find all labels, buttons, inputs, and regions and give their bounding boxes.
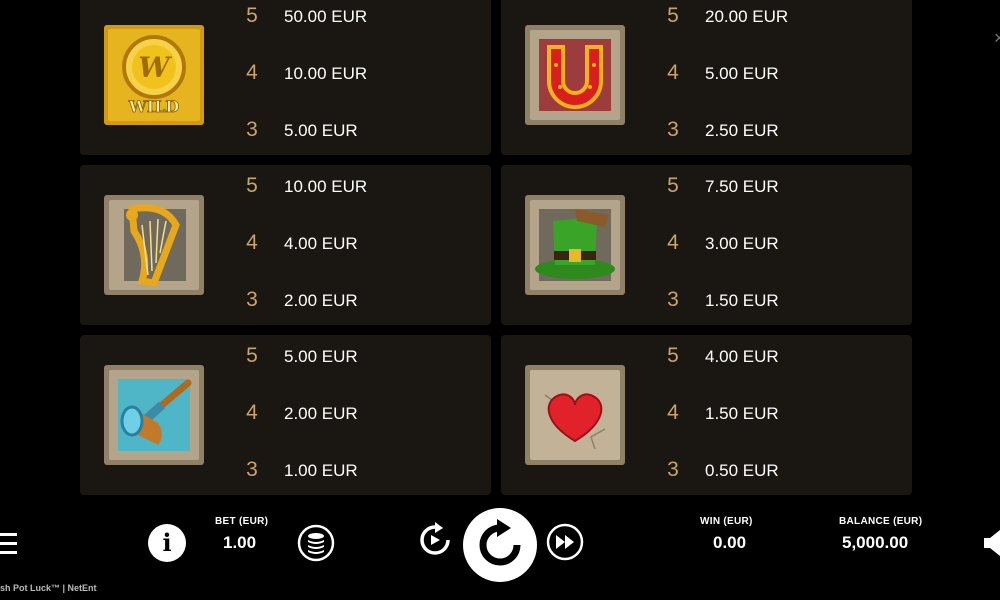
heart-symbol-icon bbox=[525, 365, 625, 465]
win-label: WIN (EUR) bbox=[700, 516, 753, 527]
pay-amount: 0.50 EUR bbox=[705, 461, 779, 480]
balance-label: BALANCE (EUR) bbox=[839, 516, 923, 527]
info-button[interactable]: i bbox=[148, 524, 186, 562]
pay-count: 4 bbox=[246, 231, 258, 254]
bet-label: BET (EUR) bbox=[215, 516, 269, 527]
svg-text:W: W bbox=[138, 51, 172, 84]
pay-count: 4 bbox=[246, 401, 258, 424]
pay-row: 5 5.00 EUR bbox=[245, 342, 465, 372]
pay-amount: 4.00 EUR bbox=[284, 234, 358, 253]
spin-button[interactable] bbox=[463, 508, 537, 582]
pay-amount: 10.00 EUR bbox=[284, 64, 368, 83]
pay-count: 5 bbox=[667, 174, 679, 197]
pay-row: 4 10.00 EUR bbox=[245, 59, 465, 89]
pay-count: 5 bbox=[667, 344, 679, 367]
coin-stack-icon[interactable] bbox=[297, 524, 335, 562]
pay-row: 4 2.00 EUR bbox=[245, 399, 465, 429]
hamburger-icon[interactable] bbox=[0, 533, 18, 555]
control-bar: i BET (EUR) 1.00 WIN (EUR) 0.00 BALANCE … bbox=[0, 495, 1000, 600]
horseshoe-symbol-icon bbox=[525, 25, 625, 125]
paytable-card-wild: W WILD 5 50.00 EUR 4 10.00 EUR 3 5.00 EUR bbox=[80, 0, 491, 155]
bet-value: 1.00 bbox=[223, 533, 257, 552]
harp-symbol-icon bbox=[104, 195, 204, 295]
pay-row: 4 3.00 EUR bbox=[666, 229, 886, 259]
game-provider-footer: sh Pot Luck™ | NetEnt bbox=[0, 583, 97, 593]
pay-count: 5 bbox=[667, 4, 679, 27]
pay-amount: 10.00 EUR bbox=[284, 177, 368, 196]
paytable-card-horseshoe: 5 20.00 EUR 4 5.00 EUR 3 2.50 EUR bbox=[501, 0, 912, 155]
autoplay-icon[interactable] bbox=[417, 522, 453, 558]
pay-amount: 7.50 EUR bbox=[705, 177, 779, 196]
paytable-card-hat: 5 7.50 EUR 4 3.00 EUR 3 1.50 EUR bbox=[501, 165, 912, 325]
pay-row: 5 50.00 EUR bbox=[245, 2, 465, 32]
pay-count: 3 bbox=[667, 288, 679, 311]
pay-count: 3 bbox=[667, 458, 679, 481]
pay-row: 4 5.00 EUR bbox=[666, 59, 886, 89]
paytable-card-pipe: 5 5.00 EUR 4 2.00 EUR 3 1.00 EUR bbox=[80, 335, 491, 495]
pay-count: 3 bbox=[246, 458, 258, 481]
pay-row: 3 1.50 EUR bbox=[666, 286, 886, 316]
close-icon[interactable]: × bbox=[994, 28, 1000, 49]
pay-amount: 5.00 EUR bbox=[284, 121, 358, 140]
pay-row: 3 2.00 EUR bbox=[245, 286, 465, 316]
pay-amount: 50.00 EUR bbox=[284, 7, 368, 26]
pay-count: 4 bbox=[667, 401, 679, 424]
pipe-symbol-icon bbox=[104, 365, 204, 465]
pay-count: 3 bbox=[246, 118, 258, 141]
pay-amount: 2.00 EUR bbox=[284, 404, 358, 423]
pay-row: 4 1.50 EUR bbox=[666, 399, 886, 429]
pay-count: 5 bbox=[246, 174, 258, 197]
pay-row: 5 20.00 EUR bbox=[666, 2, 886, 32]
pay-amount: 5.00 EUR bbox=[705, 64, 779, 83]
win-value: 0.00 bbox=[713, 533, 747, 552]
pay-row: 3 1.00 EUR bbox=[245, 456, 465, 486]
paytable: W WILD 5 50.00 EUR 4 10.00 EUR 3 5.00 EUR bbox=[80, 0, 912, 495]
pay-amount: 1.50 EUR bbox=[705, 291, 779, 310]
fast-forward-icon[interactable] bbox=[546, 523, 584, 561]
pay-amount: 1.00 EUR bbox=[284, 461, 358, 480]
pay-row: 5 10.00 EUR bbox=[245, 172, 465, 202]
pay-count: 5 bbox=[246, 344, 258, 367]
pay-row: 3 0.50 EUR bbox=[666, 456, 886, 486]
wild-symbol-icon: W WILD bbox=[104, 25, 204, 125]
pay-amount: 4.00 EUR bbox=[705, 347, 779, 366]
balance-value: 5,000.00 bbox=[842, 533, 909, 552]
pay-amount: 1.50 EUR bbox=[705, 404, 779, 423]
pay-amount: 20.00 EUR bbox=[705, 7, 789, 26]
pay-row: 3 5.00 EUR bbox=[245, 116, 465, 146]
pay-count: 4 bbox=[667, 61, 679, 84]
paytable-card-heart: 5 4.00 EUR 4 1.50 EUR 3 0.50 EUR bbox=[501, 335, 912, 495]
pay-amount: 3.00 EUR bbox=[705, 234, 779, 253]
leprechaun-hat-symbol-icon bbox=[525, 195, 625, 295]
pay-count: 5 bbox=[246, 4, 258, 27]
pay-row: 5 7.50 EUR bbox=[666, 172, 886, 202]
pay-row: 3 2.50 EUR bbox=[666, 116, 886, 146]
pay-count: 3 bbox=[667, 118, 679, 141]
wild-logo-text: WILD bbox=[128, 97, 180, 116]
pay-count: 3 bbox=[246, 288, 258, 311]
pay-row: 4 4.00 EUR bbox=[245, 229, 465, 259]
pay-count: 4 bbox=[246, 61, 258, 84]
pay-count: 4 bbox=[667, 231, 679, 254]
pay-amount: 5.00 EUR bbox=[284, 347, 358, 366]
pay-row: 5 4.00 EUR bbox=[666, 342, 886, 372]
spin-icon bbox=[479, 519, 521, 566]
paytable-card-harp: 5 10.00 EUR 4 4.00 EUR 3 2.00 EUR bbox=[80, 165, 491, 325]
speaker-icon[interactable] bbox=[984, 530, 1000, 556]
pay-amount: 2.50 EUR bbox=[705, 121, 779, 140]
pay-amount: 2.00 EUR bbox=[284, 291, 358, 310]
